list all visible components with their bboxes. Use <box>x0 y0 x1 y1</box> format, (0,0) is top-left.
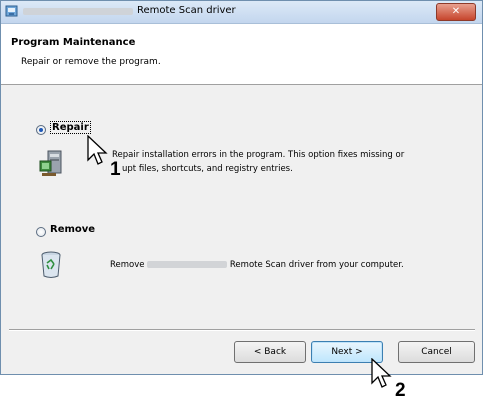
repair-description-line2: upt files, shortcuts, and registry entri… <box>122 164 293 174</box>
repair-description-line1: Repair installation errors in the progra… <box>112 150 405 160</box>
repair-label[interactable]: Repair <box>50 121 91 134</box>
remove-description: Remove Remote Scan driver from your comp… <box>110 258 404 272</box>
repair-computer-icon <box>39 150 62 176</box>
remove-label[interactable]: Remove <box>50 224 95 235</box>
pointer-cursor-icon <box>87 135 108 165</box>
recycle-bin-icon <box>41 251 61 278</box>
installer-app-icon <box>5 5 18 17</box>
cancel-button[interactable]: Cancel <box>398 341 475 363</box>
page-subtitle: Repair or remove the program. <box>21 57 161 67</box>
header-panel: Program Maintenance Repair or remove the… <box>1 24 482 85</box>
remove-description-suffix: Remote Scan driver from your computer. <box>229 260 404 270</box>
title-bar[interactable]: Remote Scan driver ✕ <box>1 1 482 24</box>
step-1-marker: 1 <box>110 159 121 180</box>
pointer-cursor-icon <box>371 358 392 388</box>
page-title: Program Maintenance <box>11 37 136 48</box>
window-title: Remote Scan driver <box>137 5 236 16</box>
repair-label-text: Repair <box>50 121 91 134</box>
redacted-title-text <box>23 8 133 15</box>
remove-description-prefix: Remove <box>110 260 145 270</box>
back-button[interactable]: < Back <box>234 341 306 363</box>
button-separator <box>9 329 475 331</box>
close-button[interactable]: ✕ <box>436 3 476 21</box>
remove-radio[interactable] <box>36 227 46 237</box>
repair-radio[interactable] <box>36 125 46 135</box>
options-panel: Repair Repair installation errors in the… <box>1 86 482 324</box>
step-2-marker: 2 <box>395 380 406 401</box>
redacted-product-name <box>147 261 228 268</box>
close-icon: ✕ <box>451 6 461 17</box>
installer-window: Remote Scan driver ✕ Program Maintenance… <box>0 0 483 375</box>
